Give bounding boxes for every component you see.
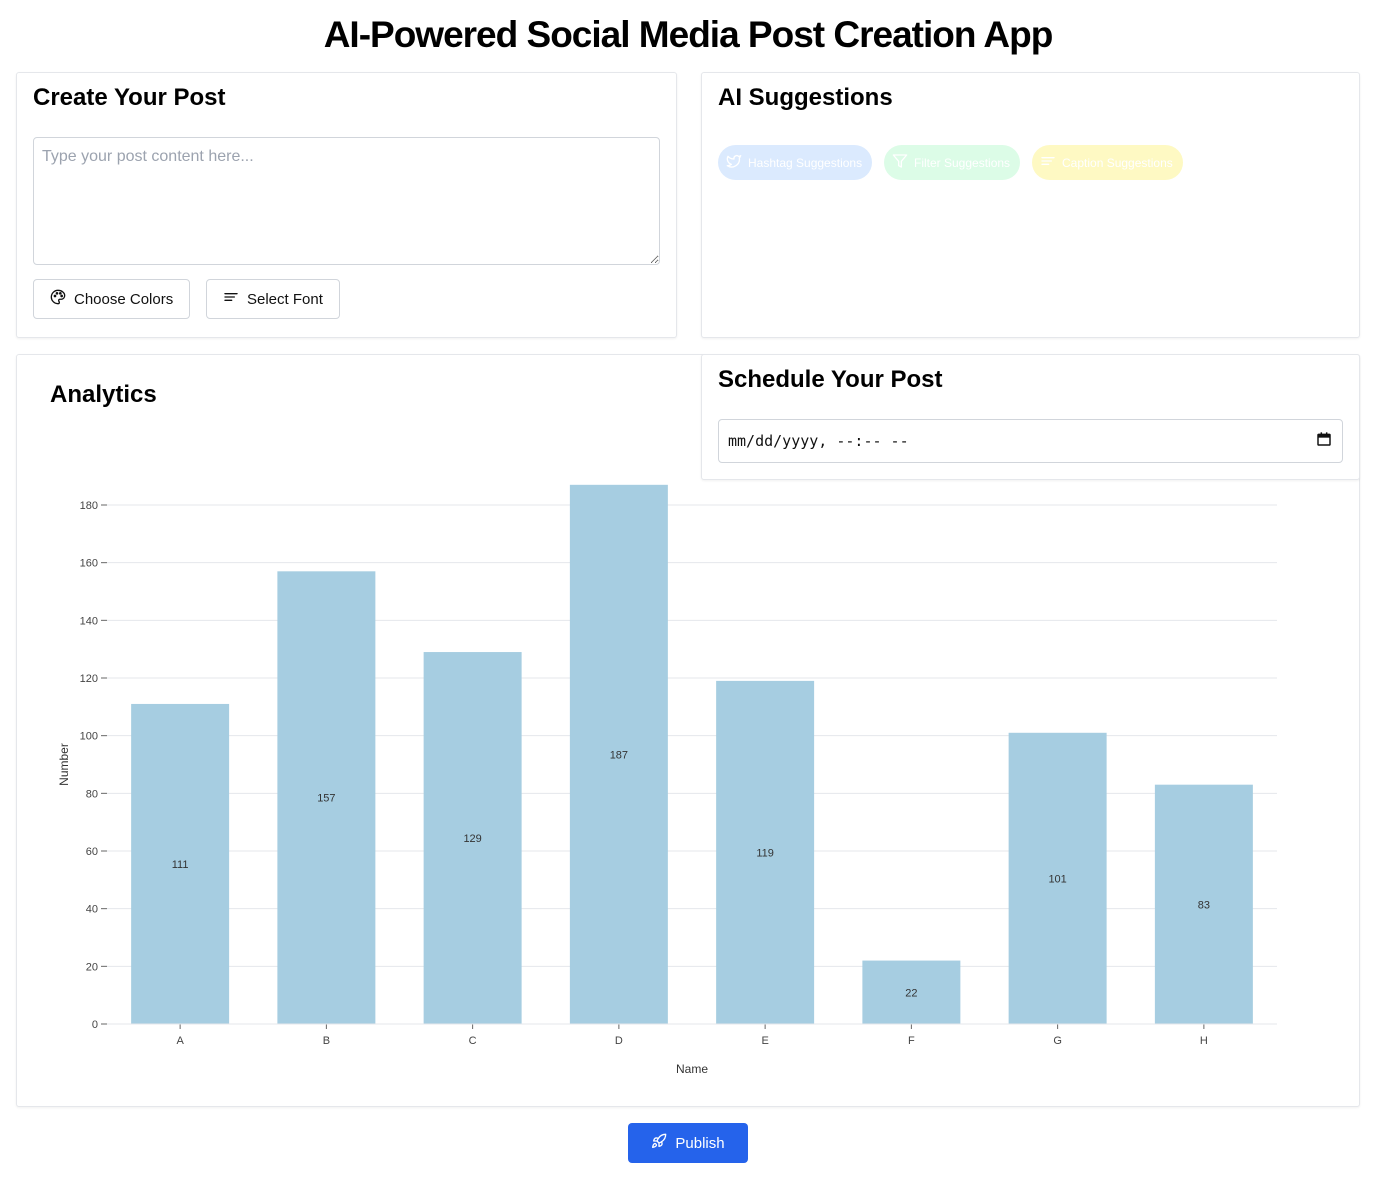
palette-icon [50, 289, 66, 309]
create-post-card: Create Your Post Choose Colors Select Fo… [16, 72, 677, 338]
y-tick-label: 20 [86, 961, 98, 973]
ai-suggestions-card: AI Suggestions Hashtag Suggestions Filte… [701, 72, 1360, 338]
filter-suggestions-label: Filter Suggestions [914, 155, 1011, 170]
bar-value-label: 157 [317, 793, 335, 805]
post-content-input[interactable] [33, 137, 660, 265]
bar-value-label: 22 [905, 987, 917, 999]
ai-suggestions-title: AI Suggestions [718, 84, 893, 111]
select-font-button[interactable]: Select Font [206, 279, 340, 319]
create-post-title: Create Your Post [33, 84, 226, 111]
x-tick-label: H [1200, 1035, 1208, 1047]
twitter-icon [726, 153, 742, 172]
y-tick-label: 0 [92, 1019, 98, 1031]
bar-value-label: 111 [172, 859, 189, 871]
bar-value-label: 119 [756, 847, 774, 859]
rocket-icon [651, 1133, 667, 1153]
x-tick-label: G [1053, 1035, 1062, 1047]
y-axis-title: Number [57, 743, 71, 786]
bar-value-label: 129 [463, 833, 481, 845]
publish-button[interactable]: Publish [628, 1123, 748, 1163]
filter-suggestions-pill[interactable]: Filter Suggestions [884, 145, 1021, 180]
y-tick-label: 180 [80, 500, 98, 512]
x-tick-label: C [469, 1035, 477, 1047]
schedule-datetime-value: mm/dd/yyyy, --:-- -- [728, 432, 909, 450]
y-tick-label: 60 [86, 846, 98, 858]
hashtag-suggestions-label: Hashtag Suggestions [748, 155, 863, 170]
schedule-post-card: Schedule Your Post mm/dd/yyyy, --:-- -- [701, 354, 1360, 480]
choose-colors-button[interactable]: Choose Colors [33, 279, 191, 319]
x-tick-label: F [908, 1035, 915, 1047]
bar-value-label: 83 [1198, 899, 1210, 911]
app-title: AI-Powered Social Media Post Creation Ap… [323, 14, 1054, 55]
y-tick-label: 120 [80, 673, 98, 685]
x-tick-label: B [323, 1035, 330, 1047]
caption-suggestions-label: Caption Suggestions [1062, 155, 1173, 170]
hashtag-suggestions-pill[interactable]: Hashtag Suggestions [718, 145, 873, 180]
caption-suggestions-pill[interactable]: Caption Suggestions [1032, 145, 1183, 180]
choose-colors-label: Choose Colors [74, 290, 174, 308]
schedule-datetime-input[interactable]: mm/dd/yyyy, --:-- -- [718, 419, 1343, 463]
y-tick-label: 40 [86, 904, 98, 916]
y-tick-label: 80 [86, 788, 98, 800]
align-left-icon [1040, 153, 1056, 172]
align-left-icon [223, 289, 239, 309]
select-font-label: Select Font [247, 290, 323, 308]
bar-value-label: 101 [1048, 873, 1066, 885]
calendar-icon[interactable] [1316, 431, 1332, 451]
schedule-post-title: Schedule Your Post [718, 366, 943, 393]
filter-icon [892, 153, 908, 172]
bar-value-label: 187 [610, 749, 628, 761]
x-tick-label: A [176, 1035, 184, 1047]
x-tick-label: D [615, 1035, 623, 1047]
y-tick-label: 160 [80, 558, 98, 570]
y-tick-label: 100 [80, 731, 98, 743]
publish-label: Publish [675, 1134, 725, 1152]
y-tick-label: 140 [80, 615, 98, 627]
x-tick-label: E [761, 1035, 768, 1047]
x-axis-title: Name [676, 1062, 708, 1076]
